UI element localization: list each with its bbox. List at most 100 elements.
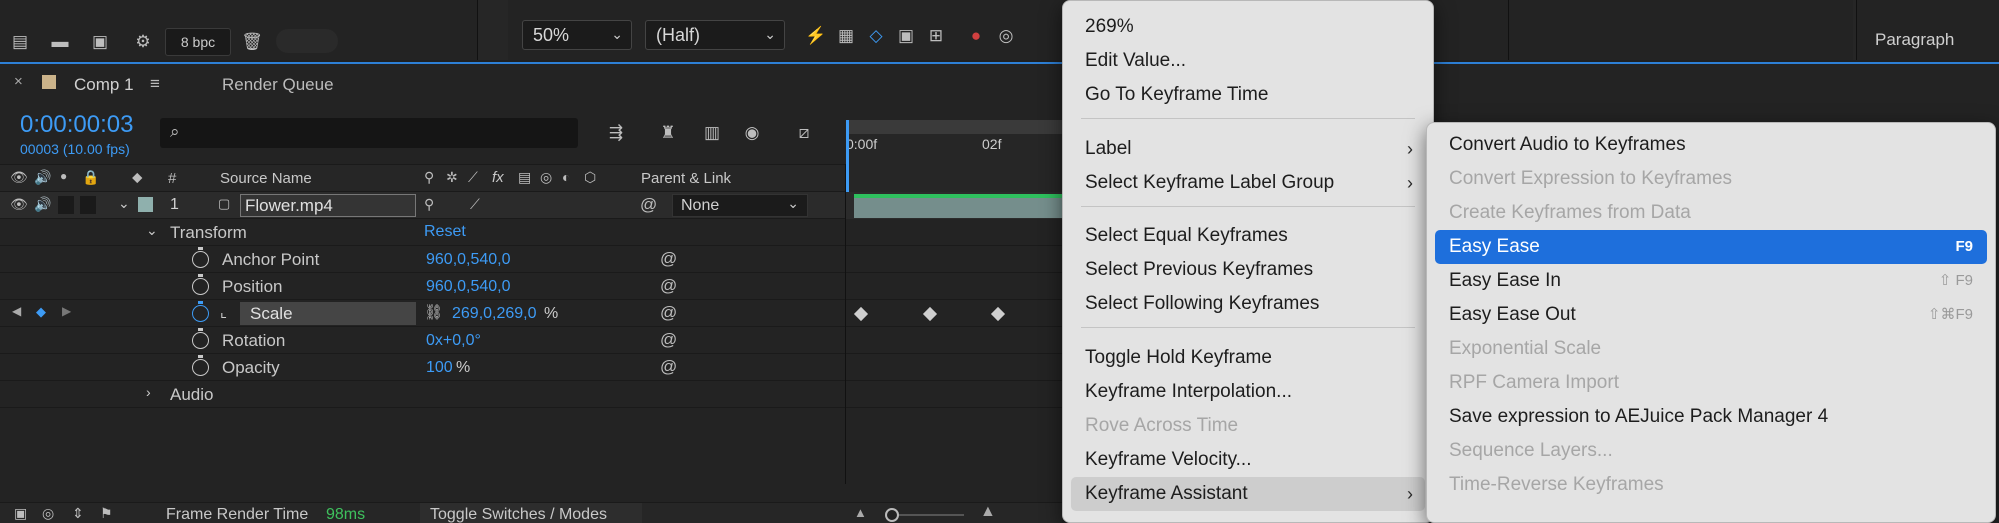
stopwatch-icon[interactable]: [192, 355, 209, 376]
exposure-reset-icon[interactable]: ◎: [994, 24, 1018, 48]
tab-render-queue[interactable]: Render Queue: [222, 75, 334, 95]
keyframe-diamond[interactable]: [990, 306, 1006, 322]
paragraph-title[interactable]: Paragraph: [1875, 30, 1954, 50]
property-value[interactable]: 960,0,540,0: [426, 278, 511, 296]
submenu-item-convert-audio-to-keyframes[interactable]: Convert Audio to Keyframes: [1435, 128, 1987, 162]
new-folder-icon[interactable]: ▬: [48, 30, 72, 54]
zoom-in-icon[interactable]: ▲: [980, 503, 996, 521]
menu-item-label[interactable]: Label ›: [1071, 132, 1425, 166]
keyframe-diamond[interactable]: [853, 306, 869, 322]
constrain-proportions-icon[interactable]: ⛓: [424, 303, 443, 321]
solo-checkbox[interactable]: [58, 196, 74, 214]
mask-visibility-icon[interactable]: ◇: [864, 24, 888, 48]
time-ruler[interactable]: 0:00f 02f: [846, 120, 1062, 192]
twirl-right-icon[interactable]: ›: [146, 384, 151, 400]
menu-item-toggle-hold-keyframe[interactable]: Toggle Hold Keyframe: [1071, 341, 1425, 375]
shy-switch-icon[interactable]: ⚲: [424, 169, 434, 186]
submenu-item-easy-ease[interactable]: Easy Ease F9: [1435, 230, 1987, 264]
flowchart-toggle[interactable]: [276, 29, 338, 53]
layer-switches-icon[interactable]: ▣: [14, 505, 27, 522]
property-value[interactable]: 269,0,269,0: [452, 305, 537, 323]
shy-icon[interactable]: ⚲: [424, 196, 434, 213]
zoom-out-icon[interactable]: ▲: [854, 505, 867, 520]
stopwatch-icon[interactable]: [192, 328, 209, 349]
label-color-swatch[interactable]: [138, 197, 153, 212]
frame-blending-icon[interactable]: ▥: [698, 120, 726, 146]
transform-reset-link[interactable]: Reset: [424, 223, 466, 241]
lock-checkbox[interactable]: [80, 196, 96, 214]
submenu-item-easy-ease-out[interactable]: Easy Ease Out ⇧⌘F9: [1435, 298, 1987, 332]
expression-pick-whip-icon[interactable]: @: [660, 357, 677, 377]
motion-blur-switch-icon[interactable]: ◎: [540, 169, 552, 186]
zoom-slider-track[interactable]: [888, 514, 964, 516]
region-of-interest-icon[interactable]: ▣: [894, 24, 918, 48]
zoom-dropdown[interactable]: 50% ⌄: [522, 20, 632, 50]
twirl-down-icon[interactable]: ⌄: [118, 195, 130, 212]
source-name-header[interactable]: Source Name: [220, 170, 312, 187]
quality-slash-icon[interactable]: ⟋: [470, 196, 480, 213]
trash-icon[interactable]: 🗑: [240, 30, 264, 54]
menu-item-keyframe-assistant[interactable]: Keyframe Assistant ›: [1071, 477, 1425, 511]
property-value[interactable]: 960,0,540,0: [426, 251, 511, 269]
submenu-item-save-expression-aejuice[interactable]: Save expression to AEJuice Pack Manager …: [1435, 400, 1987, 434]
pick-whip-icon[interactable]: @: [640, 195, 657, 215]
expression-pick-whip-icon[interactable]: @: [660, 276, 677, 296]
comp-mini-flowchart-icon[interactable]: ⇶: [602, 120, 630, 146]
graph-editor-icon[interactable]: ⧄: [790, 120, 818, 146]
add-keyframe-icon[interactable]: ◆: [36, 304, 46, 320]
twirl-down-icon[interactable]: ⌄: [146, 222, 158, 239]
hamburger-icon[interactable]: ≡: [150, 74, 160, 94]
menu-item-select-previous-keyframes[interactable]: Select Previous Keyframes: [1071, 253, 1425, 287]
expression-pick-whip-icon[interactable]: @: [660, 303, 677, 323]
menu-item-keyframe-interpolation[interactable]: Keyframe Interpolation...: [1071, 375, 1425, 409]
property-value[interactable]: 100: [426, 359, 453, 377]
transparency-grid-icon[interactable]: ▦: [834, 24, 858, 48]
fx-header[interactable]: fx: [492, 169, 504, 186]
tab-comp-1[interactable]: Comp 1: [74, 75, 134, 95]
solo-switch-icon[interactable]: ●: [60, 169, 67, 183]
toggle-switches-modes-button[interactable]: Toggle Switches / Modes: [420, 503, 642, 523]
interpret-footage-icon[interactable]: ▤: [8, 30, 32, 54]
menu-item-value[interactable]: 269%: [1071, 10, 1425, 44]
submenu-item-easy-ease-in[interactable]: Easy Ease In ⇧ F9: [1435, 264, 1987, 298]
audio-switch-icon[interactable]: 🔊: [34, 169, 51, 186]
transfer-controls-icon[interactable]: ◎: [42, 505, 54, 522]
prev-keyframe-icon[interactable]: ◀: [12, 304, 21, 318]
menu-item-select-keyframe-label-group[interactable]: Select Keyframe Label Group ›: [1071, 166, 1425, 200]
label-tag-icon[interactable]: ⬥: [132, 169, 143, 186]
channel-icon[interactable]: ●: [964, 24, 988, 48]
collapse-switch-icon[interactable]: ✲: [446, 169, 458, 186]
graph-icon[interactable]: ⌞: [220, 303, 227, 321]
project-settings-icon[interactable]: ⚙: [128, 30, 158, 54]
menu-item-select-equal-keyframes[interactable]: Select Equal Keyframes: [1071, 219, 1425, 253]
video-switch-icon[interactable]: 👁: [10, 169, 28, 186]
grid-guides-icon[interactable]: ⊞: [924, 24, 948, 48]
speaker-icon[interactable]: 🔊: [34, 196, 51, 213]
next-keyframe-icon[interactable]: ▶: [62, 304, 71, 318]
parent-dropdown[interactable]: None ⌄: [672, 194, 808, 217]
layer-duration-bar[interactable]: [854, 198, 1062, 218]
expression-pick-whip-icon[interactable]: @: [660, 249, 677, 269]
menu-item-edit-value[interactable]: Edit Value...: [1071, 44, 1425, 78]
lock-switch-icon[interactable]: 🔒: [82, 169, 99, 186]
search-input[interactable]: ⌕: [160, 118, 578, 148]
stopwatch-icon[interactable]: [192, 247, 209, 268]
stopwatch-active-icon[interactable]: [192, 301, 209, 322]
render-time-icon[interactable]: ⚑: [100, 505, 113, 522]
menu-item-keyframe-velocity[interactable]: Keyframe Velocity...: [1071, 443, 1425, 477]
keyframe-diamond[interactable]: [922, 306, 938, 322]
stopwatch-icon[interactable]: [192, 274, 209, 295]
draft-3d-icon[interactable]: ♜: [654, 120, 682, 146]
in-out-icon[interactable]: ⇕: [72, 505, 84, 522]
current-time-display[interactable]: 0:00:00:03: [20, 111, 133, 139]
expression-pick-whip-icon[interactable]: @: [660, 330, 677, 350]
work-area-bar[interactable]: [848, 120, 1062, 134]
new-composition-icon[interactable]: ▣: [86, 30, 114, 54]
frame-blend-switch-icon[interactable]: ▤: [518, 169, 531, 186]
resolution-dropdown[interactable]: (Half) ⌄: [645, 20, 785, 50]
layer-name-field[interactable]: Flower.mp4: [240, 194, 416, 217]
menu-item-select-following-keyframes[interactable]: Select Following Keyframes: [1071, 287, 1425, 321]
fast-previews-icon[interactable]: ⚡: [804, 24, 828, 48]
parent-link-header[interactable]: Parent & Link: [641, 170, 731, 187]
3d-layer-switch-icon[interactable]: ⬡: [584, 169, 596, 186]
